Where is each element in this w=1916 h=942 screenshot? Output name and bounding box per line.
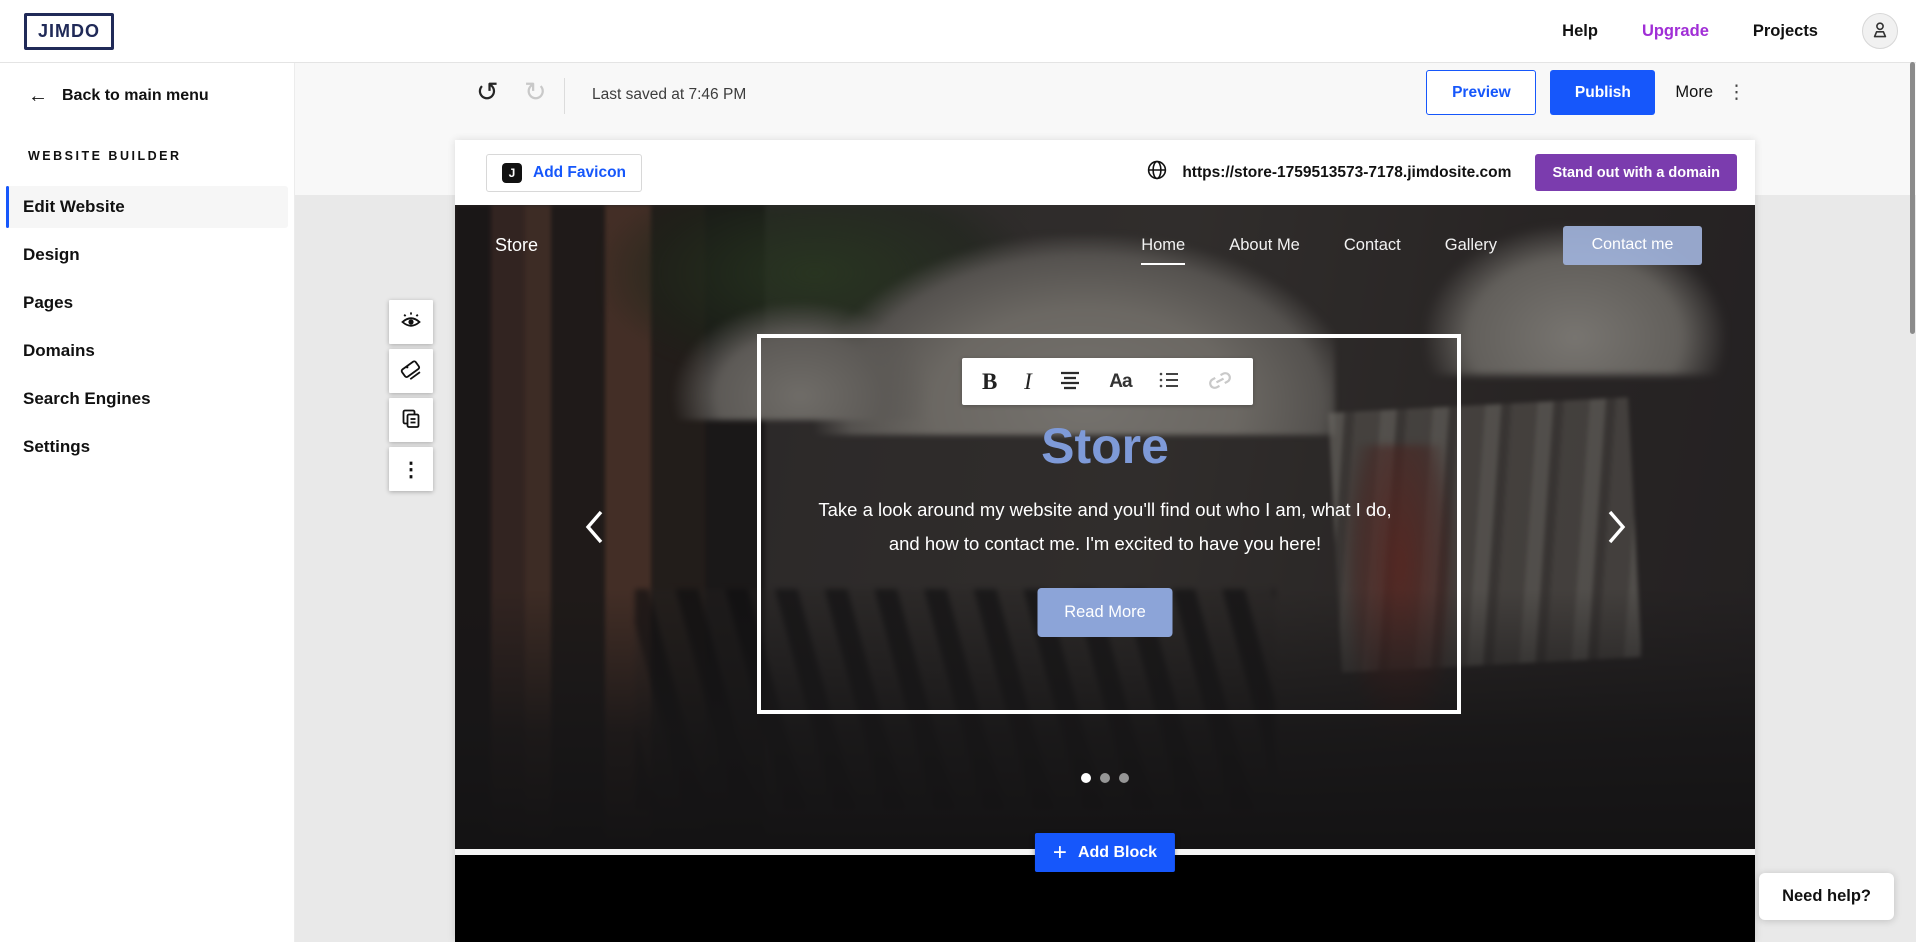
font-style-button[interactable]: Aa	[1109, 358, 1131, 405]
sidebar-item-label: Domains	[23, 341, 95, 361]
sidebar-item-edit-website[interactable]: Edit Website	[6, 186, 288, 228]
align-center-button[interactable]	[1058, 358, 1082, 405]
site-url[interactable]: https://store-1759513573-7178.jimdosite.…	[1182, 164, 1511, 182]
text-editor-toolbar: B I Aa	[962, 358, 1253, 405]
site-nav-items: Home About Me Contact Gallery	[1141, 236, 1497, 255]
last-saved-status: Last saved at 7:46 PM	[592, 86, 746, 104]
site-preview-panel: J Add Favicon https://store-1759513573-7…	[455, 140, 1755, 942]
bullet-list-icon	[1158, 371, 1180, 392]
read-more-button[interactable]: Read More	[1038, 588, 1173, 637]
globe-icon	[1146, 159, 1168, 186]
help-link[interactable]: Help	[1562, 22, 1598, 41]
chevron-right-icon	[1606, 533, 1628, 548]
nav-item-gallery[interactable]: Gallery	[1445, 236, 1497, 255]
sidebar-section-title: WEBSITE BUILDER	[28, 149, 181, 163]
preview-button[interactable]: Preview	[1426, 70, 1536, 115]
sidebar-item-design[interactable]: Design	[0, 234, 294, 276]
contact-me-button[interactable]: Contact me	[1563, 226, 1702, 265]
plus-icon: +	[1053, 841, 1067, 865]
sidebar-item-label: Design	[23, 245, 80, 265]
hero-section: Store Home About Me Contact Gallery Cont…	[455, 205, 1755, 849]
carousel-prev-button[interactable]	[581, 508, 607, 548]
projects-link[interactable]: Projects	[1753, 22, 1818, 41]
add-favicon-button[interactable]: J Add Favicon	[486, 154, 642, 192]
kebab-menu-icon[interactable]: ⋮	[1727, 81, 1746, 104]
builder-sidebar: ← Back to main menu WEBSITE BUILDER Edit…	[0, 62, 295, 942]
visibility-button[interactable]	[389, 300, 433, 344]
toolbar-divider	[564, 78, 565, 114]
carousel-dot-2[interactable]	[1100, 773, 1110, 783]
copy-icon	[399, 407, 423, 434]
align-center-icon	[1058, 370, 1082, 393]
jimdo-editor-window: JIMDO Help Upgrade Projects ← Back to ma…	[0, 0, 1916, 942]
carousel-dot-3[interactable]	[1119, 773, 1129, 783]
need-help-button[interactable]: Need help?	[1759, 873, 1894, 920]
site-meta-bar: J Add Favicon https://store-1759513573-7…	[455, 140, 1755, 205]
kebab-menu-icon: ⋮	[401, 457, 421, 482]
undo-button[interactable]: ↺	[470, 78, 505, 107]
upgrade-link[interactable]: Upgrade	[1642, 22, 1709, 41]
back-to-main-menu-button[interactable]: ← Back to main menu	[28, 86, 209, 106]
site-navbar: Store Home About Me Contact Gallery Cont…	[455, 215, 1755, 275]
publish-button[interactable]: Publish	[1550, 70, 1655, 115]
about-section-title: About Me	[1000, 933, 1210, 942]
chevron-left-icon	[583, 533, 605, 548]
add-favicon-label: Add Favicon	[533, 164, 626, 182]
vertical-scrollbar-thumb[interactable]	[1910, 62, 1915, 334]
sidebar-item-label: Pages	[23, 293, 73, 313]
redo-button[interactable]: ↻	[518, 78, 553, 107]
domain-upsell-button[interactable]: Stand out with a domain	[1535, 154, 1737, 191]
nav-item-home[interactable]: Home	[1141, 236, 1185, 265]
back-arrow-icon: ←	[28, 86, 48, 106]
sidebar-item-label: Search Engines	[23, 389, 151, 409]
active-indicator	[6, 186, 9, 228]
sidebar-item-settings[interactable]: Settings	[0, 426, 294, 468]
more-button[interactable]: More	[1675, 83, 1713, 102]
list-button[interactable]	[1158, 358, 1180, 405]
sidebar-item-search-engines[interactable]: Search Engines	[0, 378, 294, 420]
carousel-dots	[1081, 773, 1129, 783]
sidebar-item-domains[interactable]: Domains	[0, 330, 294, 372]
jimdo-logo[interactable]: JIMDO	[24, 13, 114, 50]
hero-body-text[interactable]: Take a look around my website and you'll…	[805, 493, 1405, 561]
sidebar-item-pages[interactable]: Pages	[0, 282, 294, 324]
nav-item-contact[interactable]: Contact	[1344, 236, 1401, 255]
hero-title[interactable]: Store	[455, 417, 1755, 475]
account-avatar-button[interactable]	[1862, 13, 1898, 49]
style-tag-icon	[399, 358, 423, 385]
toolbar-actions: Preview Publish More ⋮	[1426, 70, 1746, 115]
sidebar-item-label: Edit Website	[23, 197, 125, 217]
account-nav: Help Upgrade Projects	[1562, 0, 1898, 62]
block-options-button[interactable]: ⋮	[389, 447, 433, 491]
carousel-dot-1[interactable]	[1081, 773, 1091, 783]
favicon-placeholder-icon: J	[502, 163, 522, 183]
block-floating-toolbar: ⋮	[389, 300, 433, 491]
site-url-group: https://store-1759513573-7178.jimdosite.…	[1146, 154, 1737, 191]
nav-item-about-me[interactable]: About Me	[1229, 236, 1300, 255]
eye-icon	[399, 309, 423, 336]
link-button[interactable]	[1207, 358, 1233, 405]
add-block-label: Add Block	[1078, 844, 1157, 862]
duplicate-button[interactable]	[389, 398, 433, 442]
person-icon	[1870, 20, 1890, 43]
back-label: Back to main menu	[62, 87, 209, 105]
bold-button[interactable]: B	[982, 358, 997, 405]
carousel-next-button[interactable]	[1604, 508, 1630, 548]
style-button[interactable]	[389, 349, 433, 393]
italic-button[interactable]: I	[1024, 358, 1032, 405]
site-brand[interactable]: Store	[495, 235, 538, 256]
add-block-button[interactable]: + Add Block	[1035, 833, 1175, 872]
link-icon	[1207, 373, 1233, 391]
top-app-bar: JIMDO Help Upgrade Projects	[0, 0, 1916, 63]
sidebar-item-label: Settings	[23, 437, 90, 457]
sidebar-menu: Edit Website Design Pages Domains Search…	[0, 186, 294, 474]
